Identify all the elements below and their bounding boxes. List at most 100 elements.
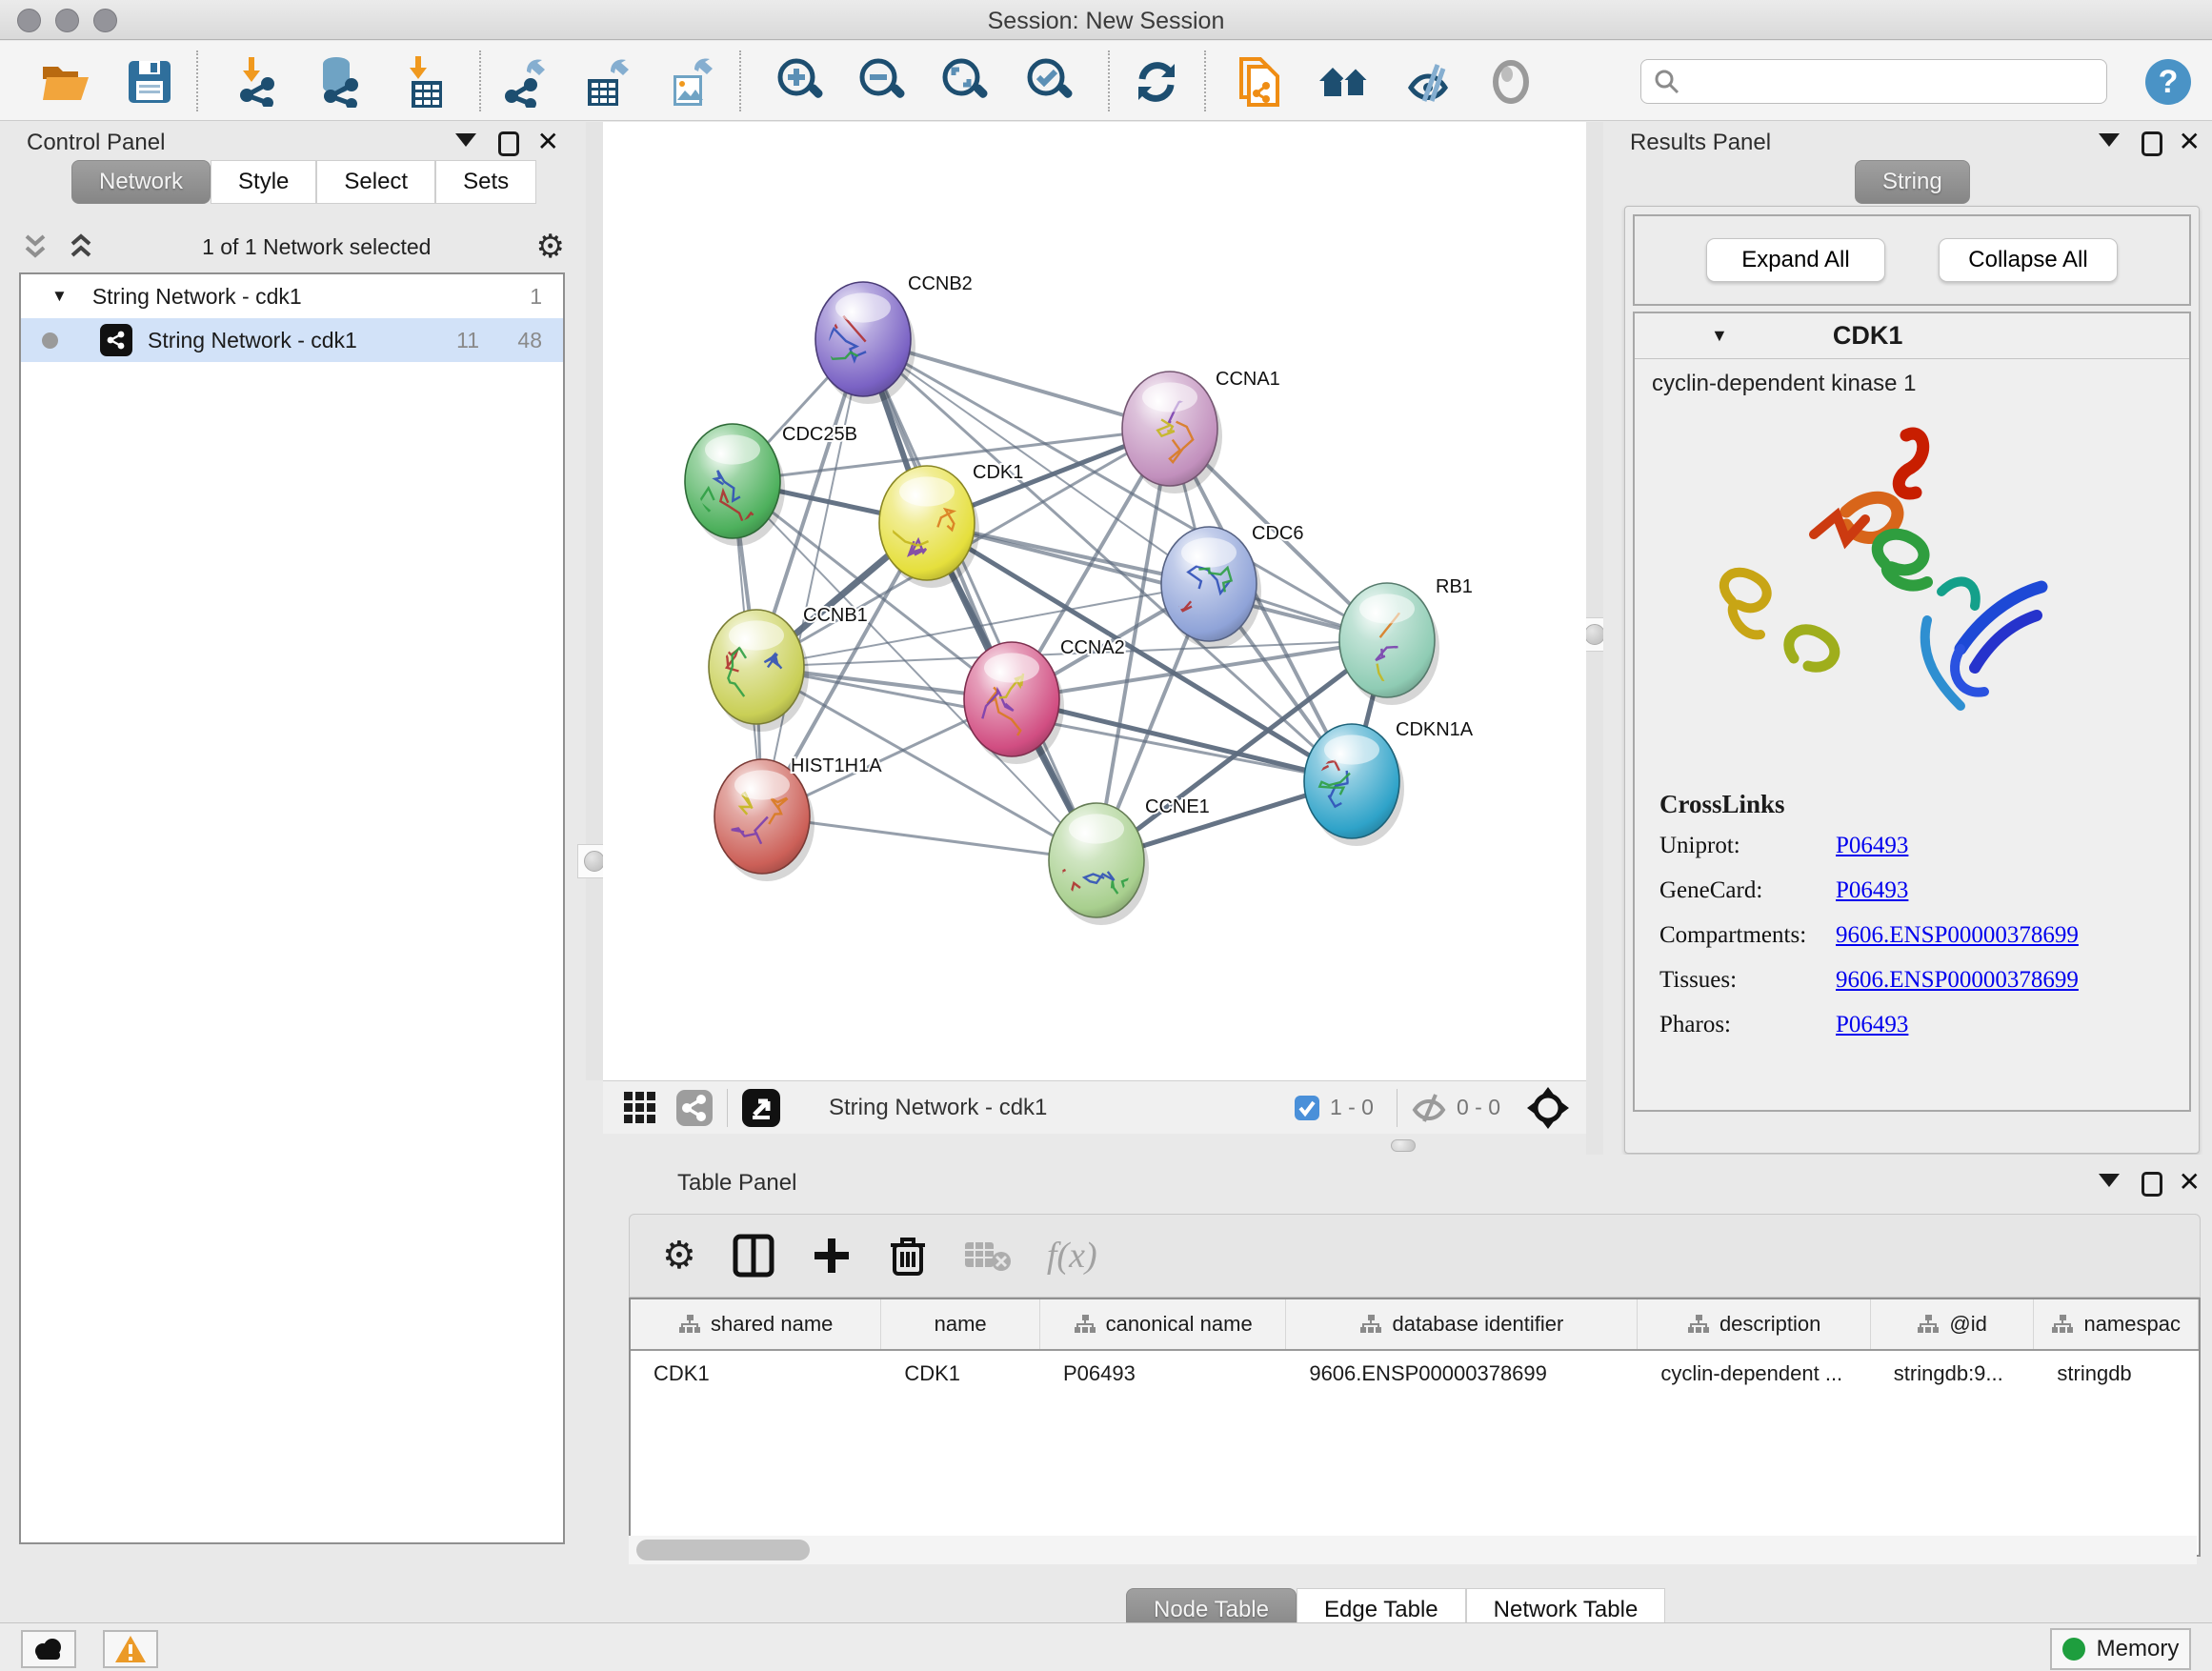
open-session-icon[interactable] bbox=[38, 54, 93, 110]
import-network-icon[interactable] bbox=[231, 54, 286, 110]
main-toolbar: ? bbox=[0, 41, 2212, 121]
birds-eye-grid-icon[interactable] bbox=[622, 1090, 658, 1126]
node-CDC6[interactable]: CDC6 bbox=[1161, 523, 1303, 649]
tab-select[interactable]: Select bbox=[316, 160, 435, 204]
save-session-icon[interactable] bbox=[122, 54, 177, 110]
column-header--id[interactable]: @id bbox=[1871, 1299, 2035, 1349]
table-row[interactable]: CDK1CDK1P064939606.ENSP00000378699cyclin… bbox=[631, 1351, 2199, 1397]
network-graph[interactable]: CCNB2CCNA1CDC25BCDK1CDC6RB1CCNB1CCNA2CDK… bbox=[603, 122, 1586, 1080]
table-cell[interactable]: cyclin-dependent ... bbox=[1638, 1351, 1870, 1397]
network-selected-status: 1 of 1 Network selected bbox=[97, 234, 536, 260]
search-input[interactable] bbox=[1640, 59, 2107, 104]
tab-string[interactable]: String bbox=[1855, 160, 1970, 204]
tab-sets[interactable]: Sets bbox=[435, 160, 536, 204]
network-collection-row[interactable]: ▼ String Network - cdk1 1 bbox=[21, 274, 563, 318]
left-splitter[interactable] bbox=[586, 122, 603, 1080]
node-CCNA2[interactable]: CCNA2 bbox=[964, 637, 1125, 764]
delete-column-icon[interactable] bbox=[889, 1234, 927, 1278]
table-cell[interactable]: P06493 bbox=[1040, 1351, 1286, 1397]
table-hscrollbar-thumb[interactable] bbox=[636, 1540, 810, 1560]
network-row[interactable]: String Network - cdk1 11 48 bbox=[21, 318, 563, 362]
help-icon[interactable]: ? bbox=[2141, 54, 2196, 110]
bottom-splitter-handle[interactable] bbox=[1391, 1139, 1416, 1152]
crosslink-link[interactable]: 9606.ENSP00000378699 bbox=[1836, 922, 2079, 949]
table-panel-close-button[interactable]: ✕ bbox=[2179, 1170, 2201, 1195]
refresh-icon[interactable] bbox=[1129, 54, 1184, 110]
hide-eye-icon[interactable] bbox=[1400, 54, 1456, 110]
memory-button[interactable]: Memory bbox=[2050, 1628, 2191, 1670]
function-builder-icon[interactable]: f(x) bbox=[1047, 1235, 1097, 1277]
share-document-icon[interactable] bbox=[1232, 54, 1287, 110]
selected-checkbox-icon[interactable] bbox=[1294, 1095, 1320, 1121]
add-column-icon[interactable] bbox=[811, 1235, 853, 1277]
node-label-CCNB1: CCNB1 bbox=[803, 605, 868, 626]
column-header-namespac[interactable]: namespac bbox=[2034, 1299, 2199, 1349]
import-table-icon[interactable] bbox=[397, 54, 452, 110]
expand-all-icon[interactable] bbox=[65, 232, 97, 261]
node-CDKN1A[interactable]: CDKN1A bbox=[1304, 719, 1474, 846]
collapse-all-icon[interactable] bbox=[19, 232, 51, 261]
column-header-canonical-name[interactable]: canonical name bbox=[1040, 1299, 1286, 1349]
crosslink-link[interactable]: P06493 bbox=[1836, 1012, 1908, 1038]
node-CCNA1[interactable]: CCNA1 bbox=[1122, 369, 1280, 493]
home-network-icon[interactable] bbox=[1317, 54, 1372, 110]
crosslink-link[interactable]: P06493 bbox=[1836, 833, 1908, 859]
table-cell[interactable]: stringdb bbox=[2034, 1351, 2199, 1397]
node-CCNE1[interactable]: CCNE1 bbox=[1049, 796, 1210, 925]
export-network-icon[interactable] bbox=[497, 54, 553, 110]
column-label: canonical name bbox=[1106, 1312, 1253, 1337]
tab-style[interactable]: Style bbox=[211, 160, 316, 204]
gene-collapse-icon[interactable]: ▼ bbox=[1711, 326, 1728, 346]
edge-CCNB2-CCNE1[interactable] bbox=[863, 339, 1096, 860]
results-panel-float-button[interactable] bbox=[2142, 131, 2162, 156]
node-RB1[interactable]: RB1 bbox=[1339, 576, 1473, 705]
table-cell[interactable]: stringdb:9... bbox=[1871, 1351, 2035, 1397]
results-panel-close-button[interactable]: ✕ bbox=[2179, 130, 2201, 154]
node-label-CDKN1A: CDKN1A bbox=[1396, 719, 1474, 740]
table-panel-float-button[interactable] bbox=[2142, 1172, 2162, 1197]
export-image-icon[interactable] bbox=[663, 54, 718, 110]
node-table[interactable]: shared namename canonical name database id… bbox=[629, 1298, 2201, 1557]
column-header-description[interactable]: description bbox=[1638, 1299, 1870, 1349]
table-panel-menu-button[interactable] bbox=[2099, 1174, 2120, 1187]
fit-content-crosshair-icon[interactable] bbox=[1525, 1085, 1571, 1131]
zoom-in-icon[interactable] bbox=[774, 54, 829, 110]
warning-button[interactable] bbox=[103, 1630, 158, 1668]
network-canvas[interactable]: CCNB2CCNA1CDC25BCDK1CDC6RB1CCNB1CCNA2CDK… bbox=[603, 122, 1586, 1080]
control-panel-menu-button[interactable] bbox=[455, 133, 476, 147]
string-settings-icon[interactable] bbox=[675, 1089, 714, 1127]
import-database-icon[interactable] bbox=[311, 54, 366, 110]
table-hscrollbar[interactable] bbox=[629, 1536, 2197, 1564]
network-options-gear-icon[interactable]: ⚙ bbox=[536, 228, 565, 266]
control-panel-close-button[interactable]: ✕ bbox=[537, 130, 559, 154]
collapse-all-button[interactable]: Collapse All bbox=[1939, 238, 2118, 282]
expand-all-button[interactable]: Expand All bbox=[1706, 238, 1885, 282]
table-cell[interactable]: CDK1 bbox=[631, 1351, 881, 1397]
gene-header-row[interactable]: ▼ CDK1 bbox=[1635, 313, 2189, 359]
column-header-name[interactable]: name bbox=[881, 1299, 1040, 1349]
node-CCNB2[interactable]: CCNB2 bbox=[811, 273, 973, 404]
table-options-gear-icon[interactable]: ⚙ bbox=[662, 1234, 696, 1278]
delete-table-icon[interactable] bbox=[963, 1238, 1011, 1273]
zoom-selected-icon[interactable] bbox=[1023, 54, 1078, 110]
show-columns-icon[interactable] bbox=[733, 1234, 774, 1278]
node-HIST1H1A[interactable]: HIST1H1A bbox=[714, 755, 882, 881]
zoom-fit-icon[interactable] bbox=[938, 54, 994, 110]
crosslink-link[interactable]: 9606.ENSP00000378699 bbox=[1836, 967, 2079, 994]
zoom-out-icon[interactable] bbox=[855, 54, 911, 110]
results-panel-menu-button[interactable] bbox=[2099, 133, 2120, 147]
show-eye-icon[interactable] bbox=[1483, 54, 1538, 110]
crosslink-link[interactable]: P06493 bbox=[1836, 877, 1908, 904]
control-panel-float-button[interactable] bbox=[498, 131, 519, 156]
column-header-shared-name[interactable]: shared name bbox=[631, 1299, 881, 1349]
hidden-eye-slash-icon[interactable] bbox=[1411, 1093, 1447, 1123]
column-header-database-identifier[interactable]: database identifier bbox=[1286, 1299, 1638, 1349]
edge-CCNB2-HIST1H1A[interactable] bbox=[762, 339, 863, 816]
open-in-window-icon[interactable] bbox=[741, 1088, 781, 1128]
cloud-status-button[interactable] bbox=[21, 1630, 76, 1668]
export-table-icon[interactable] bbox=[579, 54, 634, 110]
table-cell[interactable]: CDK1 bbox=[881, 1351, 1040, 1397]
table-cell[interactable]: 9606.ENSP00000378699 bbox=[1286, 1351, 1638, 1397]
tab-network[interactable]: Network bbox=[71, 160, 211, 204]
collection-collapse-icon[interactable]: ▼ bbox=[51, 287, 68, 306]
